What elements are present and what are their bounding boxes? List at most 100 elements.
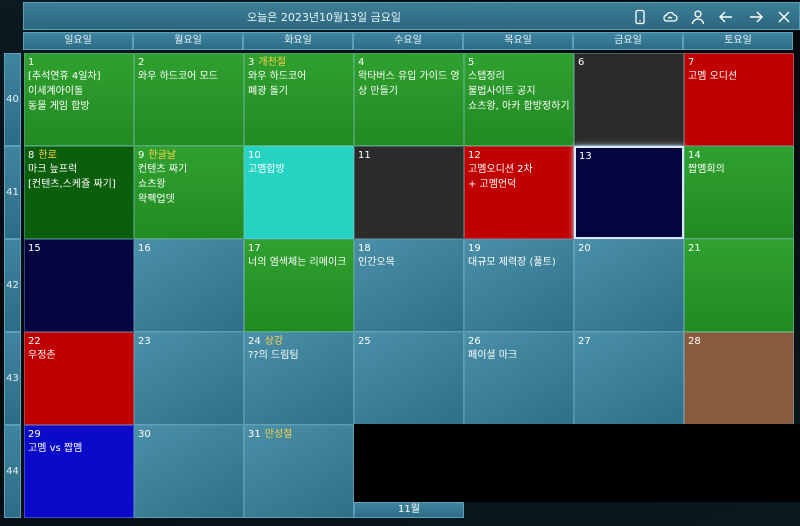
day-cell[interactable]: 1 [추석연휴 4일차] 이세계아이돌 동물 게임 합방 [24,53,134,146]
day-cell[interactable]: 28 [684,332,794,425]
day-header: 1 [28,56,130,69]
close-icon[interactable] [774,7,794,27]
day-header: 12 [468,149,570,162]
day-header: 8 한로 [28,149,130,162]
week-number: 44 [4,425,21,518]
day-number: 18 [358,243,371,254]
cloud-sync-icon[interactable] [660,7,680,27]
day-cell[interactable]: 22 우정촌 [24,332,134,425]
event-text: 와우 하드코어 [248,71,307,82]
event-text: 고멤합방 [248,164,285,175]
day-header: 14 [688,149,790,162]
day-number: 14 [688,150,701,161]
day-cell[interactable]: 24 상강 ??의 드림팀 [244,332,354,425]
event-text: 고멤오디션 2차 [468,164,533,175]
arrow-right-icon[interactable] [746,7,766,27]
day-number: 1 [28,57,35,68]
title-bar: 오늘은 2023년10월13일 금요일 [23,2,800,30]
weekday-header: 화요일 [243,32,353,50]
holiday-label: 상강 [264,336,284,347]
day-header: 17 [248,242,350,255]
day-cell[interactable]: 29 고멤 vs 짭멤 [24,425,134,518]
day-cell[interactable]: 14 짭멤회의 [684,146,794,239]
day-cell[interactable]: 13 [574,146,684,239]
day-header: 5 [468,56,570,69]
day-cell[interactable]: 31 만성절 [244,425,354,518]
event-text: + 고멤언덕 [468,179,517,190]
week-number: 42 [4,239,21,332]
day-header: 19 [468,242,570,255]
day-cell[interactable]: 6 [574,53,684,146]
day-number: 20 [578,243,591,254]
day-header: 2 [138,56,240,69]
event-text: 우정촌 [28,350,56,361]
day-cell[interactable]: 10 고멤합방 [244,146,354,239]
day-number: 9 [138,150,145,161]
arrow-left-icon[interactable] [716,7,736,27]
day-cell[interactable]: 3 개천절 와우 하드코어 폐광 돌기 [244,53,354,146]
day-number: 15 [28,243,41,254]
next-month-tab[interactable]: 11월 [354,502,464,518]
day-cell[interactable]: 15 [24,239,134,332]
day-cell[interactable]: 19 대규모 제력장 (풀트) [464,239,574,332]
event-text: 동물 게임 합방 [28,101,90,112]
day-number: 4 [358,57,365,68]
day-number: 22 [28,336,41,347]
day-cell[interactable]: 18 인간오목 [354,239,464,332]
day-number: 10 [248,150,261,161]
day-number: 30 [138,429,151,440]
event-text: 고멤 vs 짭멤 [28,443,83,454]
day-number: 21 [688,243,701,254]
day-cell[interactable]: 30 [134,425,244,518]
day-cell[interactable]: 5 스텝정리 불법사이트 공지 쇼츠왕, 아카 합방정하기 [464,53,574,146]
day-number: 2 [138,57,145,68]
day-cell[interactable]: 21 [684,239,794,332]
week-number: 41 [4,146,21,239]
day-header: 20 [578,242,680,255]
event-text: [컨텐츠,스케쥴 짜기] [28,179,116,190]
day-number: 17 [248,243,261,254]
day-cell[interactable]: 23 [134,332,244,425]
event-text: 폐광 돌기 [248,86,288,97]
day-cell[interactable]: 12 고멤오디션 2차 + 고멤언덕 [464,146,574,239]
day-header: 25 [358,335,460,348]
event-text: 불법사이트 공지 [468,86,536,97]
day-number: 27 [578,336,591,347]
event-text: 페이셜 마크 [468,350,518,361]
day-header: 28 [688,335,790,348]
day-header: 4 [358,56,460,69]
weekday-header: 토요일 [683,32,793,50]
day-cell[interactable]: 25 [354,332,464,425]
day-cell[interactable]: 11 [354,146,464,239]
event-text: 고멤 오디션 [688,71,738,82]
day-cell[interactable]: 9 한글날 컨텐츠 짜기 쇼츠왕 왁펙업뎃 [134,146,244,239]
day-cell[interactable]: 7 고멤 오디션 [684,53,794,146]
day-header: 26 [468,335,570,348]
event-text: 스텝정리 [468,71,505,82]
holiday-label: 한로 [38,150,57,161]
day-cell[interactable]: 8 한로 마크 늪프럭 [컨텐츠,스케쥴 짜기] [24,146,134,239]
day-cell[interactable]: 27 [574,332,684,425]
phone-icon[interactable] [630,7,650,27]
user-icon[interactable] [688,7,708,27]
day-number: 23 [138,336,151,347]
event-text: 너의 염색체는 리메이크 [248,257,347,268]
day-header: 16 [138,242,240,255]
day-cell[interactable]: 20 [574,239,684,332]
day-cell[interactable]: 16 [134,239,244,332]
day-cell[interactable]: 4 왁타버스 유입 가이드 영상 만들기 [354,53,464,146]
day-cell[interactable]: 17 너의 염색체는 리메이크 [244,239,354,332]
weekday-header: 수요일 [353,32,463,50]
day-number: 29 [28,429,41,440]
day-number: 6 [578,57,585,68]
event-text: 이세계아이돌 [28,86,84,97]
day-header: 7 [688,56,790,69]
day-cell[interactable]: 26 페이셜 마크 [464,332,574,425]
day-header: 29 [28,428,130,441]
day-cell[interactable]: 2 와우 하드코어 모드 [134,53,244,146]
day-header: 24 상강 [248,335,350,348]
day-number: 8 [28,150,35,161]
day-header: 31 만성절 [248,428,350,441]
event-text: 왁펙업뎃 [138,194,175,205]
day-header: 10 [248,149,350,162]
